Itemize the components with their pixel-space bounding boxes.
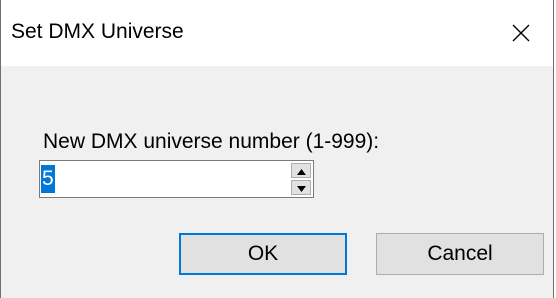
cancel-button[interactable]: Cancel (376, 233, 544, 275)
close-icon (512, 24, 530, 42)
close-button[interactable] (489, 0, 553, 66)
universe-number-spinbox[interactable]: 5 (39, 160, 314, 198)
title-bar[interactable]: Set DMX Universe (1, 0, 553, 66)
set-dmx-universe-dialog: Set DMX Universe New DMX universe number… (0, 0, 554, 298)
universe-number-input[interactable] (40, 161, 280, 197)
cancel-button-label: Cancel (427, 242, 493, 265)
spin-down-button[interactable] (291, 180, 311, 195)
spin-up-button[interactable] (291, 163, 311, 178)
spin-buttons (291, 163, 311, 195)
dialog-body: New DMX universe number (1-999): 5 OK (1, 66, 553, 298)
arrow-down-icon (296, 179, 306, 197)
arrow-up-icon (296, 162, 306, 180)
universe-number-label: New DMX universe number (1-999): (43, 130, 380, 153)
window-title: Set DMX Universe (11, 20, 184, 43)
ok-button[interactable]: OK (179, 233, 347, 275)
ok-button-label: OK (247, 242, 279, 265)
